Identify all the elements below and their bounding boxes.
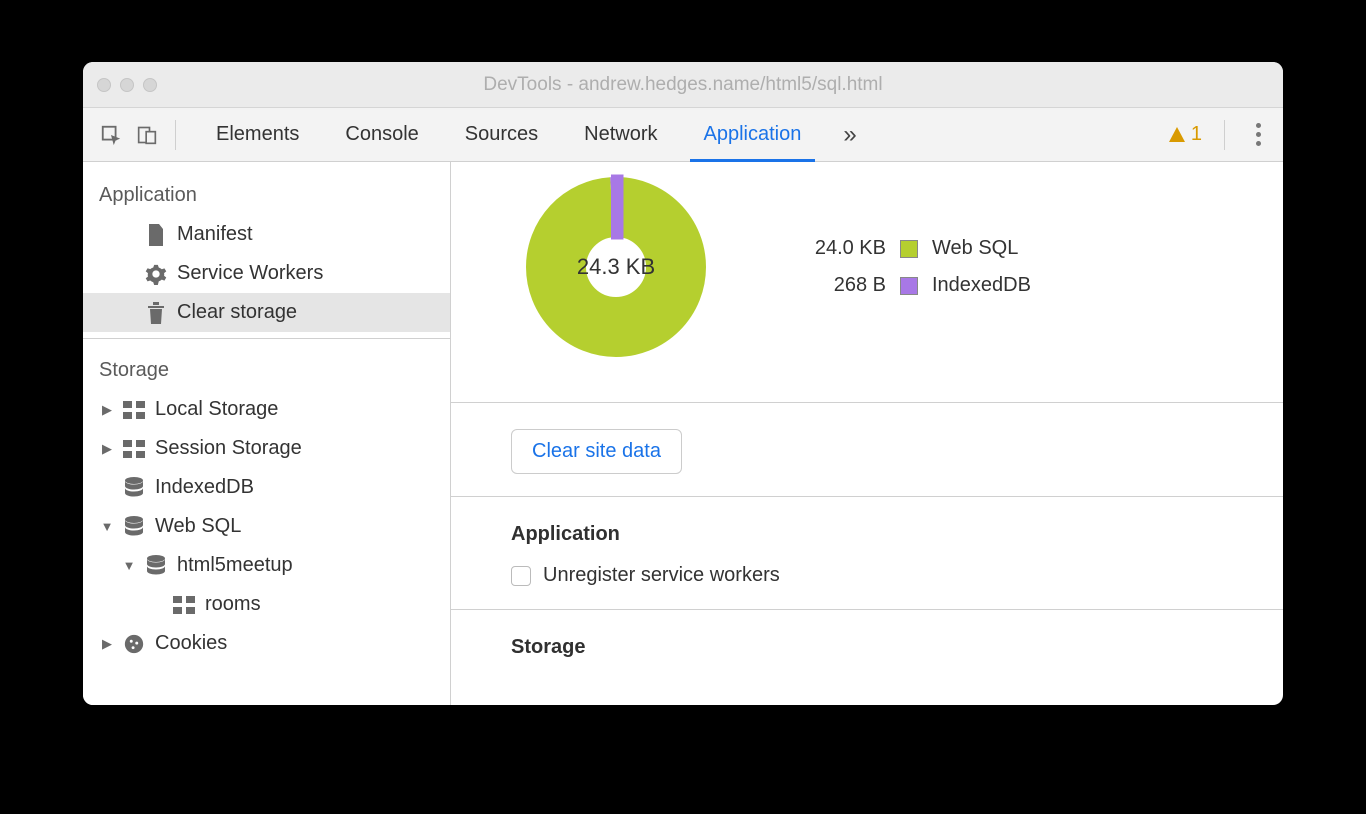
window-title: DevTools - andrew.hedges.name/html5/sql.… bbox=[83, 74, 1283, 96]
manifest-icon bbox=[145, 224, 167, 246]
toolbar-divider bbox=[1224, 120, 1225, 150]
clear-site-data-button[interactable]: Clear site data bbox=[511, 429, 682, 474]
database-icon bbox=[145, 555, 167, 577]
clear-site-data-section: Clear site data bbox=[451, 403, 1283, 497]
sidebar-item-label: Session Storage bbox=[155, 437, 302, 460]
checkbox-label: Unregister service workers bbox=[543, 564, 780, 587]
database-icon bbox=[123, 477, 145, 499]
devtools-window: DevTools - andrew.hedges.name/html5/sql.… bbox=[83, 62, 1283, 705]
console-warnings-badge[interactable]: 1 bbox=[1169, 123, 1202, 146]
sidebar-item-label: IndexedDB bbox=[155, 476, 254, 499]
sidebar-item-label: Manifest bbox=[177, 223, 253, 246]
sidebar-item-label: Web SQL bbox=[155, 515, 241, 538]
tab-elements[interactable]: Elements bbox=[198, 108, 317, 161]
table-icon bbox=[123, 438, 145, 460]
sidebar-item-session-storage[interactable]: ▶ Session Storage bbox=[83, 429, 450, 468]
legend-row-indexeddb: 268 B IndexedDB bbox=[796, 274, 1031, 297]
sidebar-section-storage: Storage bbox=[83, 338, 450, 390]
sidebar-section-application: Application bbox=[83, 170, 450, 215]
storage-usage-donut: 24.3 KB bbox=[511, 162, 721, 372]
gear-icon bbox=[145, 263, 167, 285]
application-sidebar: Application Manifest Service Workers Cle… bbox=[83, 162, 451, 705]
window-titlebar: DevTools - andrew.hedges.name/html5/sql.… bbox=[83, 62, 1283, 108]
traffic-zoom-icon[interactable] bbox=[143, 78, 157, 92]
sidebar-item-service-workers[interactable]: Service Workers bbox=[83, 254, 450, 293]
storage-usage-chart-row: 24.3 KB 24.0 KB Web SQL 268 B IndexedDB bbox=[451, 162, 1283, 403]
storage-heading: Storage bbox=[511, 636, 1223, 659]
tab-console[interactable]: Console bbox=[327, 108, 436, 161]
unregister-sw-checkbox-row[interactable]: Unregister service workers bbox=[511, 564, 1223, 587]
sidebar-item-label: rooms bbox=[205, 593, 261, 616]
clear-storage-panel: 24.3 KB 24.0 KB Web SQL 268 B IndexedDB bbox=[451, 162, 1283, 705]
chevron-right-icon: ▶ bbox=[101, 404, 113, 416]
legend-swatch-icon bbox=[900, 277, 918, 295]
devtools-toolbar: Elements Console Sources Network Applica… bbox=[83, 108, 1283, 162]
legend-value: 268 B bbox=[796, 274, 886, 297]
chevron-down-icon: ▼ bbox=[101, 521, 113, 533]
toolbar-divider bbox=[175, 120, 176, 150]
sidebar-item-local-storage[interactable]: ▶ Local Storage bbox=[83, 390, 450, 429]
application-heading: Application bbox=[511, 523, 1223, 546]
sidebar-item-label: Service Workers bbox=[177, 262, 323, 285]
sidebar-item-label: html5meetup bbox=[177, 554, 293, 577]
chevron-down-icon: ▼ bbox=[123, 560, 135, 572]
warning-count: 1 bbox=[1191, 123, 1202, 146]
legend-swatch-icon bbox=[900, 240, 918, 258]
table-icon bbox=[173, 594, 195, 616]
sidebar-item-clear-storage[interactable]: Clear storage bbox=[83, 293, 450, 332]
storage-section: Storage bbox=[451, 610, 1283, 681]
legend-name: Web SQL bbox=[932, 237, 1018, 260]
tab-application[interactable]: Application bbox=[686, 108, 820, 161]
traffic-close-icon[interactable] bbox=[97, 78, 111, 92]
tab-network[interactable]: Network bbox=[566, 108, 675, 161]
sidebar-item-websql[interactable]: ▼ Web SQL bbox=[83, 507, 450, 546]
storage-legend: 24.0 KB Web SQL 268 B IndexedDB bbox=[796, 237, 1031, 297]
trash-icon bbox=[145, 302, 167, 324]
sidebar-item-cookies[interactable]: ▶ Cookies bbox=[83, 624, 450, 663]
tab-sources[interactable]: Sources bbox=[447, 108, 556, 161]
sidebar-item-websql-table[interactable]: rooms bbox=[83, 585, 450, 624]
device-toolbar-icon[interactable] bbox=[133, 121, 161, 149]
storage-tree: ▶ Local Storage ▶ Session Storage Indexe… bbox=[83, 390, 450, 663]
devtools-menu-icon[interactable] bbox=[1247, 123, 1269, 146]
sidebar-item-websql-db[interactable]: ▼ html5meetup bbox=[83, 546, 450, 585]
devtools-tab-strip: Elements Console Sources Network Applica… bbox=[198, 108, 871, 161]
inspect-element-icon[interactable] bbox=[97, 121, 125, 149]
checkbox-icon[interactable] bbox=[511, 566, 531, 586]
warning-triangle-icon bbox=[1169, 127, 1185, 142]
sidebar-item-label: Clear storage bbox=[177, 301, 297, 324]
window-traffic-lights bbox=[97, 78, 157, 92]
application-tree: Manifest Service Workers Clear storage bbox=[83, 215, 450, 332]
toolbar-right: 1 bbox=[1169, 120, 1269, 150]
database-icon bbox=[123, 516, 145, 538]
sidebar-item-label: Cookies bbox=[155, 632, 227, 655]
storage-total-label: 24.3 KB bbox=[511, 162, 721, 372]
chevron-right-icon: ▶ bbox=[101, 443, 113, 455]
traffic-minimize-icon[interactable] bbox=[120, 78, 134, 92]
table-icon bbox=[123, 399, 145, 421]
sidebar-item-manifest[interactable]: Manifest bbox=[83, 215, 450, 254]
legend-name: IndexedDB bbox=[932, 274, 1031, 297]
application-section: Application Unregister service workers bbox=[451, 497, 1283, 610]
legend-value: 24.0 KB bbox=[796, 237, 886, 260]
devtools-body: Application Manifest Service Workers Cle… bbox=[83, 162, 1283, 705]
sidebar-item-indexeddb[interactable]: IndexedDB bbox=[83, 468, 450, 507]
chevron-right-icon: ▶ bbox=[101, 638, 113, 650]
cookie-icon bbox=[123, 633, 145, 655]
more-tabs-icon[interactable]: » bbox=[829, 108, 870, 161]
sidebar-item-label: Local Storage bbox=[155, 398, 278, 421]
legend-row-websql: 24.0 KB Web SQL bbox=[796, 237, 1031, 260]
